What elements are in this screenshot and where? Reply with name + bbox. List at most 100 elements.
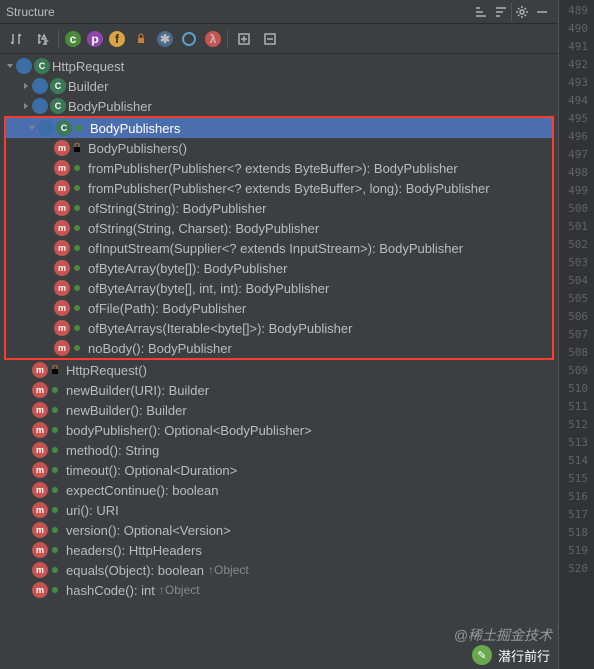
item-label: ofString(String): BodyPublisher: [88, 201, 266, 216]
class-node[interactable]: CBodyPublisher: [0, 96, 558, 116]
line-number: 516: [559, 488, 594, 506]
divider: [227, 30, 228, 48]
item-label: method(): String: [66, 443, 159, 458]
public-dot-icon: [50, 587, 60, 593]
public-dot-icon: [72, 325, 82, 331]
method-node[interactable]: mequals(Object): boolean↑Object: [0, 560, 558, 580]
sort-by-visibility-icon[interactable]: [6, 29, 26, 49]
public-dot-icon: [72, 285, 82, 291]
line-number: 515: [559, 470, 594, 488]
line-number: 491: [559, 38, 594, 56]
line-number: 494: [559, 92, 594, 110]
method-node[interactable]: mheaders(): HttpHeaders: [0, 540, 558, 560]
method-icon: m: [54, 220, 70, 236]
item-label: ofByteArray(byte[]): BodyPublisher: [88, 261, 287, 276]
method-icon: m: [54, 240, 70, 256]
show-fields-icon[interactable]: f: [109, 31, 125, 47]
method-node[interactable]: mversion(): Optional<Version>: [0, 520, 558, 540]
show-properties-icon[interactable]: p: [87, 31, 103, 47]
expand-all-icon[interactable]: [234, 29, 254, 49]
class-node[interactable]: CBuilder: [0, 76, 558, 96]
show-lambdas-icon[interactable]: λ: [205, 31, 221, 47]
method-node[interactable]: mofInputStream(Supplier<? extends InputS…: [6, 238, 552, 258]
method-icon: m: [54, 180, 70, 196]
line-number: 508: [559, 344, 594, 362]
method-node[interactable]: mofByteArray(byte[], int, int): BodyPubl…: [6, 278, 552, 298]
class-icon: C: [34, 58, 50, 74]
public-dot-icon: [50, 567, 60, 573]
method-icon: m: [32, 582, 48, 598]
collapse-all-icon[interactable]: [260, 29, 280, 49]
method-icon: m: [32, 522, 48, 538]
method-node[interactable]: mnoBody(): BodyPublisher: [6, 338, 552, 358]
sort-alphabetically-icon[interactable]: [32, 29, 52, 49]
method-node[interactable]: mofByteArray(byte[]): BodyPublisher: [6, 258, 552, 278]
override-marker: ↑Object: [159, 583, 200, 597]
method-node[interactable]: m newBuilder(): Builder: [0, 400, 558, 420]
method-node[interactable]: mHttpRequest(): [0, 360, 558, 380]
method-icon: m: [32, 382, 48, 398]
show-nonpublic-icon[interactable]: [131, 29, 151, 49]
class-node-selected[interactable]: C BodyPublishers: [6, 118, 552, 138]
arrow-down-icon[interactable]: [26, 124, 38, 132]
public-dot-icon: [74, 125, 84, 131]
method-node[interactable]: mfromPublisher(Publisher<? extends ByteB…: [6, 178, 552, 198]
method-icon: m: [54, 320, 70, 336]
method-node[interactable]: m BodyPublishers(): [6, 138, 552, 158]
public-dot-icon: [50, 407, 60, 413]
method-icon: m: [54, 140, 70, 156]
line-number: 513: [559, 434, 594, 452]
item-label: BodyPublisher: [68, 99, 152, 114]
item-label: expectContinue(): boolean: [66, 483, 219, 498]
line-number: 512: [559, 416, 594, 434]
class-node[interactable]: CHttpRequest: [0, 56, 558, 76]
method-node[interactable]: m hashCode(): int ↑Object: [0, 580, 558, 600]
show-classes-icon[interactable]: c: [65, 31, 81, 47]
line-number: 498: [559, 164, 594, 182]
line-number: 514: [559, 452, 594, 470]
item-label: BodyPublishers: [90, 121, 180, 136]
sort-desc-icon[interactable]: [491, 2, 511, 22]
panel-header: Structure: [0, 0, 558, 24]
arrow-down-icon[interactable]: [4, 62, 16, 70]
method-icon: m: [32, 442, 48, 458]
item-label: BodyPublishers(): [88, 141, 187, 156]
method-node[interactable]: m expectContinue(): boolean: [0, 480, 558, 500]
public-dot-icon: [72, 205, 82, 211]
person-icon: [32, 98, 48, 114]
minimize-icon[interactable]: [532, 2, 552, 22]
item-label: hashCode(): int: [66, 583, 155, 598]
sort-asc-icon[interactable]: [471, 2, 491, 22]
method-node[interactable]: mfromPublisher(Publisher<? extends ByteB…: [6, 158, 552, 178]
method-node[interactable]: mnewBuilder(URI): Builder: [0, 380, 558, 400]
method-node[interactable]: mtimeout(): Optional<Duration>: [0, 460, 558, 480]
public-dot-icon: [72, 265, 82, 271]
method-node[interactable]: mofByteArrays(Iterable<byte[]>): BodyPub…: [6, 318, 552, 338]
line-number: 495: [559, 110, 594, 128]
show-anonymous-icon[interactable]: [179, 29, 199, 49]
method-node[interactable]: mbodyPublisher(): Optional<BodyPublisher…: [0, 420, 558, 440]
author-footer: ✎ 潜行前行: [472, 645, 550, 665]
arrow-right-icon[interactable]: [20, 82, 32, 90]
public-dot-icon: [50, 487, 60, 493]
method-node[interactable]: muri(): URI: [0, 500, 558, 520]
line-number: 493: [559, 74, 594, 92]
method-node[interactable]: mofFile(Path): BodyPublisher: [6, 298, 552, 318]
method-node[interactable]: mofString(String, Charset): BodyPublishe…: [6, 218, 552, 238]
class-icon: C: [56, 120, 72, 136]
method-node[interactable]: m method(): String: [0, 440, 558, 460]
public-dot-icon: [50, 467, 60, 473]
arrow-right-icon[interactable]: [20, 102, 32, 110]
item-label: HttpRequest(): [66, 363, 147, 378]
method-node[interactable]: m ofString(String): BodyPublisher: [6, 198, 552, 218]
method-icon: m: [32, 482, 48, 498]
structure-tree[interactable]: CHttpRequestCBuilderCBodyPublisherCBodyP…: [0, 54, 558, 669]
show-inherited-icon[interactable]: ✱: [157, 31, 173, 47]
method-icon: m: [32, 402, 48, 418]
structure-toolbar: c p f ✱ λ: [0, 24, 558, 54]
gear-icon[interactable]: [512, 2, 532, 22]
item-label: newBuilder(): Builder: [66, 403, 187, 418]
line-number: 509: [559, 362, 594, 380]
person-icon: [16, 58, 32, 74]
method-icon: m: [54, 200, 70, 216]
